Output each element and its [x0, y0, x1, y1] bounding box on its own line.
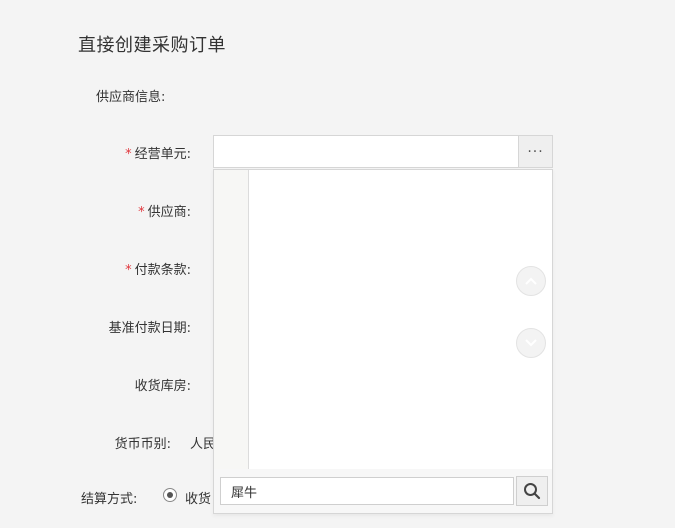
chevron-down-icon	[525, 339, 537, 347]
supplier-label-text: 供应商:	[147, 205, 191, 220]
business-unit-label: * 经营单元:	[125, 143, 191, 162]
payment-terms-label-text: 付款条款:	[134, 263, 191, 278]
more-icon: ···	[527, 143, 544, 160]
settlement-method-label: 结算方式:	[81, 492, 138, 507]
payment-terms-label: * 付款条款:	[125, 259, 191, 278]
currency-label: 货币币别:	[114, 437, 171, 452]
dropdown-gutter	[214, 170, 249, 470]
required-mark: *	[125, 147, 132, 162]
required-mark: *	[125, 263, 132, 278]
base-payment-date-label: 基准付款日期:	[108, 321, 191, 336]
settlement-radio-receipt[interactable]	[163, 488, 177, 502]
settlement-radio-receipt-label: 收货	[185, 492, 212, 507]
supplier-search-input[interactable]	[220, 477, 514, 505]
search-icon	[524, 483, 541, 500]
page-title: 直接创建采购订单	[78, 35, 226, 56]
supplier-info-section-label: 供应商信息:	[96, 90, 166, 105]
search-button[interactable]	[516, 476, 548, 506]
scroll-down-button[interactable]	[516, 328, 546, 358]
business-unit-label-text: 经营单元:	[134, 147, 191, 162]
chevron-up-icon	[525, 277, 537, 285]
business-unit-picker-button[interactable]: ···	[518, 136, 552, 167]
business-unit-dropdown	[213, 169, 553, 514]
supplier-label: * 供应商:	[138, 201, 191, 220]
business-unit-combobox[interactable]: ···	[213, 135, 553, 168]
required-mark: *	[138, 205, 145, 220]
dropdown-list[interactable]	[249, 170, 552, 470]
receiving-warehouse-label: 收货库房:	[134, 379, 191, 394]
dropdown-footer	[214, 469, 552, 513]
scroll-up-button[interactable]	[516, 266, 546, 296]
